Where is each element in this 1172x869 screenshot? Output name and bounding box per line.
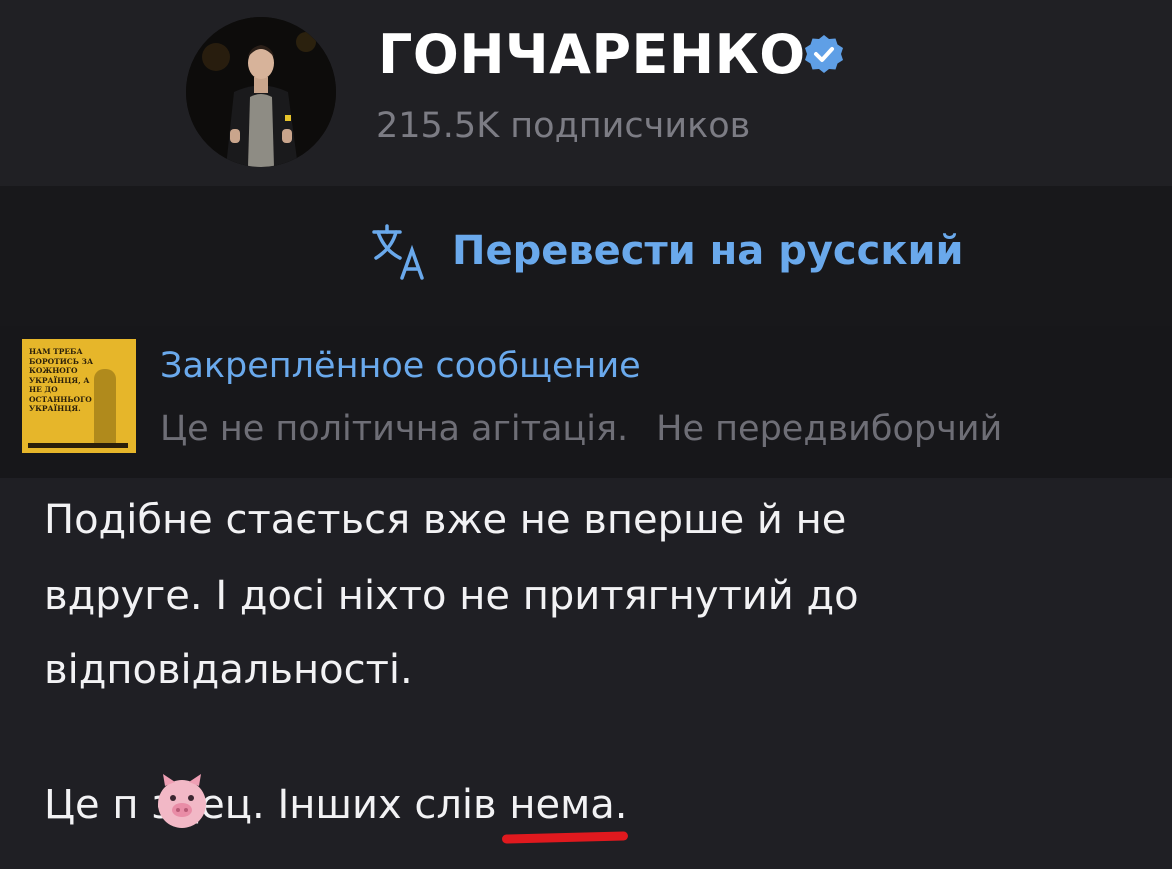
message-line: вдруге. І досі ніхто не притягнутий до (44, 573, 859, 619)
translate-button-label[interactable]: Перевести на русский (452, 222, 964, 280)
verified-check-icon (805, 35, 843, 73)
channel-header[interactable]: ГОНЧАРЕНКО 215.5K подписчиков (0, 0, 1172, 186)
thumbnail-text: НАМ ТРЕБА БОРОТИСЬ ЗА КОЖНОГО УКРАЇНЦЯ, … (29, 347, 94, 413)
message-line: Подібне стається вже не вперше й не (44, 497, 847, 543)
pinned-preview[interactable]: Це не політична агітація. Не передвиборчи… (160, 404, 1002, 454)
pinned-thumbnail: НАМ ТРЕБА БОРОТИСЬ ЗА КОЖНОГО УКРАЇНЦЯ, … (22, 339, 136, 453)
pinned-preview-part2: Не передвиборчий (656, 409, 1003, 449)
thumbnail-statue-figure (94, 369, 116, 445)
avatar-photo-icon (186, 17, 336, 167)
message-line: відповідальності. (44, 647, 413, 693)
thumbnail-strip (28, 443, 128, 448)
channel-title[interactable]: ГОНЧАРЕНКО (378, 20, 806, 90)
translate-icon[interactable] (370, 222, 432, 284)
message-line: Це п здец. Інших слів нема. (44, 782, 628, 828)
pinned-title[interactable]: Закреплённое сообщение (160, 341, 641, 391)
pinned-preview-part1: Це не політична агітація. (160, 409, 629, 449)
pig-emoji-icon (158, 774, 206, 828)
subscriber-count: 215.5K подписчиков (376, 106, 751, 146)
channel-avatar[interactable] (186, 17, 336, 167)
telegram-channel-screen: ГОНЧАРЕНКО 215.5K подписчиков Перевести … (0, 0, 1172, 869)
